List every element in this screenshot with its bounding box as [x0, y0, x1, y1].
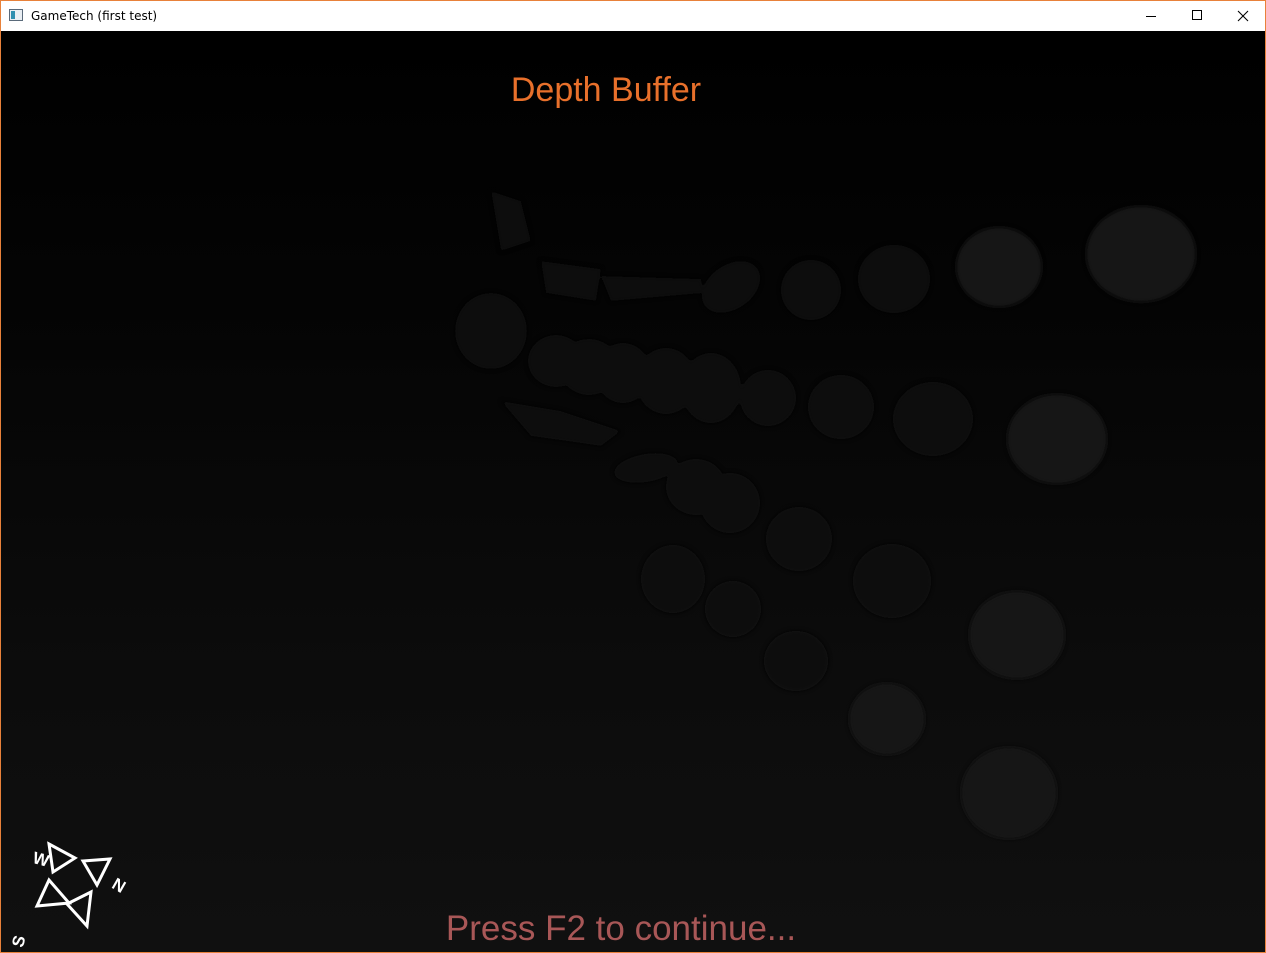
debris: [501, 401, 621, 446]
app-icon[interactable]: [9, 9, 23, 21]
depth-scene: [455, 191, 1196, 839]
debris: [491, 191, 531, 251]
sphere: [641, 545, 705, 613]
sphere: [455, 293, 527, 369]
compass-west-label: W: [31, 848, 52, 871]
close-button[interactable]: [1220, 1, 1266, 31]
render-mode-title: Depth Buffer: [510, 71, 702, 109]
sphere: [781, 260, 841, 320]
sphere: [740, 370, 796, 426]
sphere: [893, 382, 973, 456]
sphere: [764, 631, 828, 691]
sphere: [853, 544, 931, 618]
sphere: [528, 335, 584, 387]
sphere: [1007, 394, 1107, 484]
sphere: [961, 747, 1057, 839]
window-title: GameTech (first test): [31, 9, 158, 23]
sphere: [766, 507, 832, 571]
sphere: [1086, 206, 1196, 302]
sphere: [705, 581, 761, 637]
continue-prompt: Press F2 to continue...: [445, 909, 797, 948]
sphere: [666, 459, 726, 515]
compass-north-label: N: [109, 874, 129, 897]
debris: [541, 261, 601, 301]
title-bar[interactable]: GameTech (first test): [1, 1, 1265, 31]
maximize-button[interactable]: [1174, 1, 1220, 31]
sphere: [858, 245, 930, 313]
sphere: [969, 591, 1065, 679]
sphere: [808, 375, 874, 439]
game-window: GameTech (first test) Depth Buffer W N S…: [0, 0, 1266, 953]
sphere: [956, 227, 1042, 307]
sphere: [849, 683, 925, 755]
sphere: [701, 261, 761, 313]
debris: [601, 276, 703, 301]
minimize-button[interactable]: [1128, 1, 1174, 31]
game-viewport[interactable]: Depth Buffer W N S E Press F2 to continu…: [1, 31, 1265, 952]
close-icon: [1237, 10, 1249, 22]
